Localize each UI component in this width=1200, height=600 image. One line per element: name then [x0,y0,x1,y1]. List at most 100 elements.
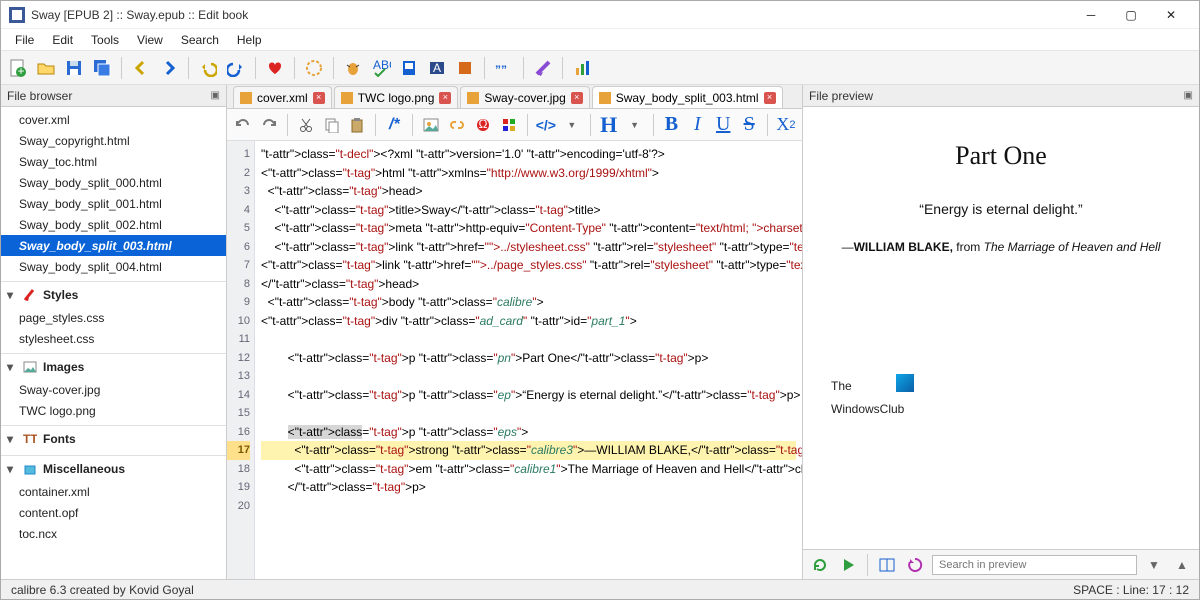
reload-preview-icon[interactable] [904,554,926,576]
section-misc[interactable]: ▾Miscellaneous [1,455,226,481]
file-item[interactable]: Sway_body_split_001.html [1,193,226,214]
close-tab-icon[interactable]: × [313,92,325,104]
section-images[interactable]: ▾Images [1,353,226,379]
underline-icon[interactable]: U [713,114,733,136]
bold-icon[interactable]: B [661,114,681,136]
menu-file[interactable]: File [7,31,42,49]
maximize-button[interactable]: ▢ [1111,3,1151,27]
status-right: SPACE : Line: 17 : 12 [1073,583,1189,597]
insert-special-icon[interactable]: Ω [473,114,493,136]
file-item[interactable]: page_styles.css [1,307,226,328]
editor-panel: cover.xml×TWC logo.png×Sway-cover.jpg×Sw… [227,85,803,579]
reports-icon[interactable] [571,57,593,79]
file-item[interactable]: cover.xml [1,109,226,130]
menu-search[interactable]: Search [173,31,227,49]
italic-icon[interactable]: I [687,114,707,136]
subscript-icon[interactable]: X2 [776,114,796,136]
preview-attribution: —WILLIAM BLAKE, from The Marriage of Hea… [823,237,1179,257]
font-manager-icon[interactable]: A [426,57,448,79]
insert-tag-dropdown-icon[interactable]: ▼ [562,114,582,136]
toc-icon[interactable] [303,57,325,79]
heading-icon[interactable]: H [599,114,619,136]
file-browser-header: File browser ▣ [1,85,226,107]
copy-icon[interactable] [322,114,342,136]
statusbar: calibre 6.3 created by Kovid Goyal SPACE… [1,579,1199,599]
undo-icon[interactable] [197,57,219,79]
smarten-punctuation-icon[interactable]: ”” [493,57,515,79]
file-item[interactable]: toc.ncx [1,523,226,544]
file-browser-panel: File browser ▣ cover.xmlSway_copyright.h… [1,85,227,579]
insert-color-icon[interactable] [499,114,519,136]
close-tab-icon[interactable]: × [571,92,583,104]
insert-tag-icon[interactable]: </> [536,114,556,136]
ed-redo-icon[interactable] [259,114,279,136]
heart-icon[interactable] [264,57,286,79]
close-tab-icon[interactable]: × [439,92,451,104]
svg-text:Ω: Ω [478,117,487,131]
svg-text:TTF: TTF [23,432,37,446]
file-item[interactable]: Sway_body_split_000.html [1,172,226,193]
close-tab-icon[interactable]: × [764,92,776,104]
editor-tab[interactable]: Sway_body_split_003.html× [592,86,783,108]
file-item[interactable]: Sway_toc.html [1,151,226,172]
new-file-icon[interactable]: + [7,57,29,79]
editor-tab[interactable]: cover.xml× [233,86,332,108]
heading-dropdown-icon[interactable]: ▼ [625,114,645,136]
pretty-print-icon[interactable]: /* [384,114,404,136]
close-window-button[interactable]: ✕ [1151,3,1191,27]
play-preview-icon[interactable] [837,554,859,576]
svg-text:””: ”” [495,63,507,77]
detach-panel-icon[interactable]: ▣ [211,90,220,101]
spellcheck-icon[interactable]: ABC [370,57,392,79]
remove-unused-css-icon[interactable] [532,57,554,79]
menu-edit[interactable]: Edit [44,31,81,49]
minimize-button[interactable]: ─ [1071,3,1111,27]
ed-undo-icon[interactable] [233,114,253,136]
paste-icon[interactable] [348,114,368,136]
redo-icon[interactable] [225,57,247,79]
detach-preview-icon[interactable]: ▣ [1184,90,1193,101]
editor-tab[interactable]: TWC logo.png× [334,86,459,108]
bug-icon[interactable] [342,57,364,79]
cut-icon[interactable] [296,114,316,136]
search-prev-icon[interactable]: ▲ [1171,554,1193,576]
editor-toolbar: /* Ω </> ▼ H ▼ B I U S X2 [227,109,802,141]
twc-square-icon [896,374,914,392]
preview-quote: “Energy is eternal delight.” [823,201,1179,217]
cover-icon[interactable] [398,57,420,79]
file-item[interactable]: Sway_copyright.html [1,130,226,151]
file-item[interactable]: container.xml [1,481,226,502]
app-icon [9,7,25,23]
file-item[interactable]: TWC logo.png [1,400,226,421]
file-item[interactable]: content.opf [1,502,226,523]
search-next-icon[interactable]: ▼ [1143,554,1165,576]
code-editor[interactable]: 1234567891011121314151617181920 "t-attr"… [227,141,802,579]
open-file-icon[interactable] [35,57,57,79]
titlebar: Sway [EPUB 2] :: Sway.epub :: Edit book … [1,1,1199,29]
file-item[interactable]: Sway_body_split_004.html [1,256,226,277]
refresh-preview-icon[interactable] [809,554,831,576]
strikethrough-icon[interactable]: S [739,114,759,136]
embed-fonts-icon[interactable] [454,57,476,79]
preview-search-input[interactable] [932,555,1137,575]
back-icon[interactable] [130,57,152,79]
split-preview-icon[interactable] [876,554,898,576]
file-preview-title: File preview [809,89,873,103]
forward-icon[interactable] [158,57,180,79]
save-icon[interactable] [63,57,85,79]
file-item[interactable]: stylesheet.css [1,328,226,349]
menu-view[interactable]: View [129,31,171,49]
insert-link-icon[interactable] [447,114,467,136]
section-styles[interactable]: ▾Styles [1,281,226,307]
file-item[interactable]: Sway-cover.jpg [1,379,226,400]
menu-help[interactable]: Help [229,31,270,49]
preview-heading: Part One [823,141,1179,171]
save-copy-icon[interactable] [91,57,113,79]
file-item[interactable]: Sway_body_split_002.html [1,214,226,235]
editor-tab[interactable]: Sway-cover.jpg× [460,86,589,108]
editor-tabs: cover.xml×TWC logo.png×Sway-cover.jpg×Sw… [227,85,802,109]
file-item[interactable]: Sway_body_split_003.html [1,235,226,256]
insert-image-icon[interactable] [421,114,441,136]
menu-tools[interactable]: Tools [83,31,127,49]
section-fonts[interactable]: ▾TTFFonts [1,425,226,451]
